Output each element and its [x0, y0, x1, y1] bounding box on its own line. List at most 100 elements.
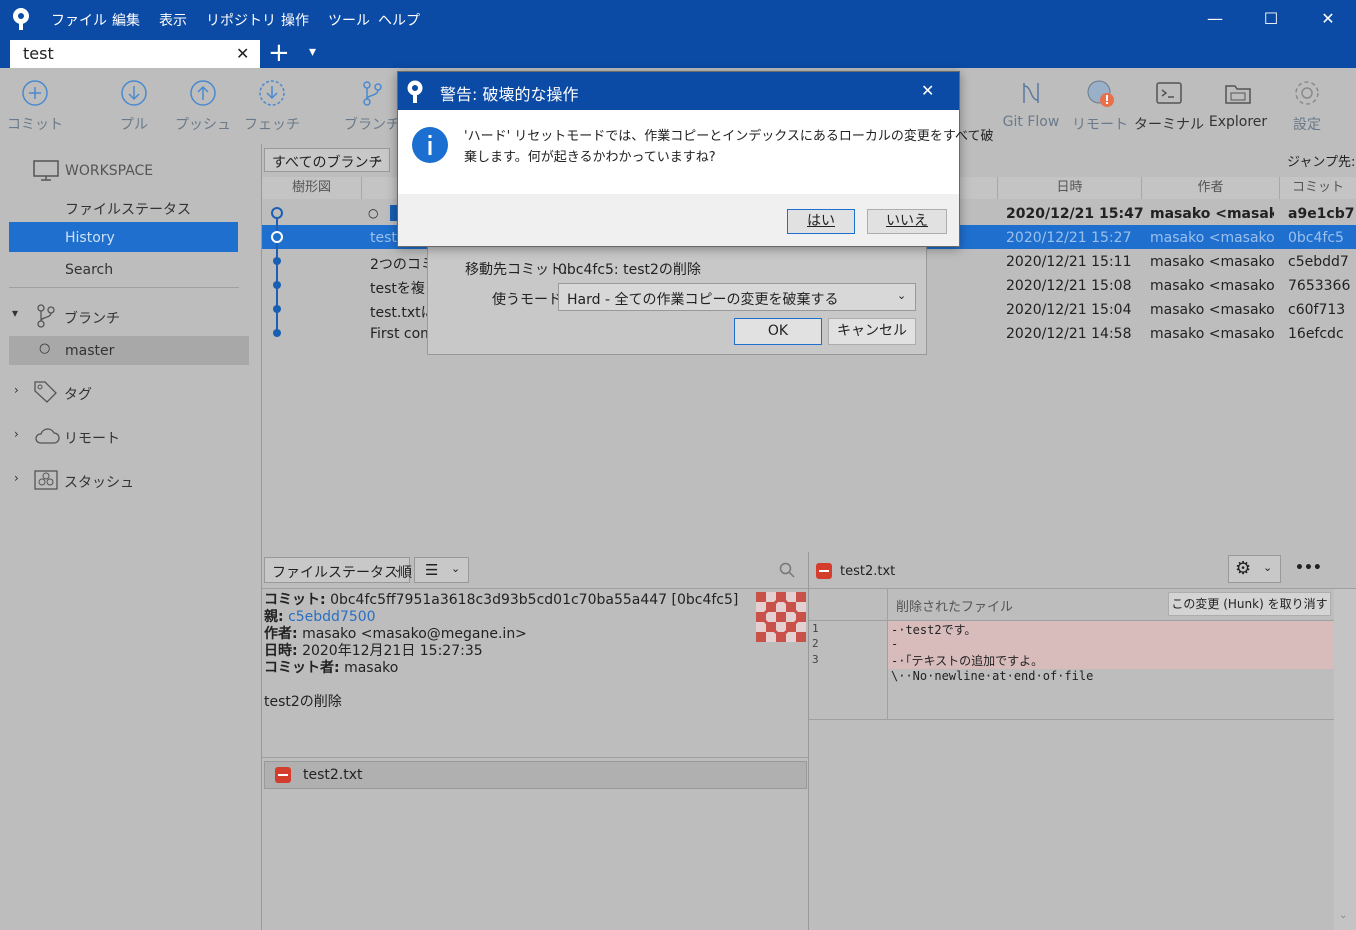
diff-line: \··No·newline·at·end·of·file	[891, 669, 1094, 683]
commit-button[interactable]: コミット	[0, 78, 70, 134]
divider	[9, 287, 239, 288]
search-icon[interactable]	[779, 562, 795, 578]
file-sort-dropdown[interactable]: ファイルステータス順 ⌄	[264, 557, 412, 583]
divider	[262, 757, 808, 758]
branch-filter-dropdown[interactable]: すべてのブランチ ⌄	[264, 148, 390, 172]
warning-message-line1: 'ハード' リセットモードでは、作業コピーとインデックスにあるローカルの変更をす…	[464, 129, 994, 144]
gear-icon: ⚙	[1235, 558, 1252, 579]
removed-file-icon	[275, 767, 291, 783]
no-button[interactable]: いいえ	[867, 209, 947, 234]
repo-tab-title: test	[23, 44, 54, 63]
window-close-button[interactable]: ✕	[1308, 6, 1348, 32]
chevron-down-icon: ⌄	[374, 152, 384, 165]
warning-message-line2: 棄します。何が起きるかわかっていますね?	[464, 150, 716, 165]
chevron-right-icon[interactable]: ›	[14, 471, 19, 485]
remotes-heading[interactable]: リモート	[64, 428, 120, 448]
warning-dialog-titlebar: 警告: 破壊的な操作 ✕	[398, 72, 959, 110]
divider	[809, 719, 1334, 720]
column-commit[interactable]: コミット	[1280, 177, 1356, 199]
file-list-item[interactable]: test2.txt	[264, 761, 807, 789]
workspace-monitor-icon	[33, 160, 59, 181]
column-date[interactable]: 日時	[998, 177, 1142, 199]
cancel-button[interactable]: キャンセル	[828, 318, 916, 345]
commit-message: test2の削除	[264, 694, 342, 710]
terminal-icon	[1156, 82, 1182, 104]
divider	[809, 588, 1356, 589]
discard-hunk-button[interactable]: この変更 (Hunk) を取り消す	[1168, 592, 1331, 616]
removed-file-icon	[816, 563, 832, 579]
chevron-down-icon: ⌄	[897, 289, 907, 302]
menu-actions[interactable]: 操作	[281, 10, 309, 30]
hunk-title: 削除されたファイル	[896, 600, 1014, 615]
divider	[262, 588, 808, 589]
line-number: 3	[812, 653, 819, 666]
diff-line: -·test2です。	[891, 623, 977, 637]
menu-repository[interactable]: リポジトリ	[206, 10, 276, 30]
commit-graph	[271, 207, 283, 337]
title-bar: ファイル 編集 表示 リポジトリ 操作 ツール ヘルプ — ☐ ✕	[0, 0, 1356, 38]
explorer-button[interactable]: Explorer	[1203, 78, 1273, 130]
tab-close-icon[interactable]: ✕	[236, 44, 249, 63]
chevron-down-icon: ⌄	[393, 562, 403, 575]
branch-item-master[interactable]: ○ master	[9, 336, 249, 365]
tags-heading[interactable]: タグ	[64, 384, 92, 404]
git-flow-icon	[1023, 83, 1039, 103]
scroll-down-icon[interactable]: ⌄	[1339, 910, 1347, 921]
mode-label: 使うモード:	[492, 292, 567, 308]
tab-dropdown-icon[interactable]: ▾	[309, 44, 316, 60]
head-marker-icon: ○	[368, 206, 379, 220]
chevron-right-icon[interactable]: ›	[14, 383, 19, 397]
push-button[interactable]: プッシュ	[168, 78, 238, 134]
jump-to-label: ジャンプ先:	[1287, 155, 1356, 170]
commit-info: コミット: 0bc4fc5ff7951a3618c3d93b5cd01c70ba…	[264, 592, 754, 711]
cloud-icon	[35, 428, 60, 444]
column-graph[interactable]: 樹形図	[262, 177, 362, 199]
remote-button[interactable]: リモート	[1065, 78, 1135, 134]
push-icon	[190, 80, 216, 106]
diff-options-button[interactable]: ⚙ ⌄	[1228, 555, 1281, 583]
menu-file[interactable]: ファイル	[51, 10, 107, 30]
line-number: 1	[812, 622, 819, 635]
new-tab-button[interactable]: +	[268, 38, 290, 68]
sidebar-item-file-status[interactable]: ファイルステータス	[65, 199, 191, 219]
fetch-button[interactable]: フェッチ	[237, 78, 307, 134]
diff-scrollbar[interactable]	[1334, 589, 1356, 930]
maximize-button[interactable]: ☐	[1251, 6, 1291, 32]
view-mode-dropdown[interactable]: ☰ ⌄	[414, 557, 469, 583]
reset-dialog: 移動先コミット: 0bc4fc5: test2の削除 使うモード: Hard -…	[427, 240, 927, 355]
commit-icon	[22, 80, 48, 106]
folder-icon	[1225, 85, 1251, 104]
warning-dialog: 警告: 破壊的な操作 ✕ 'ハード' リセットモードでは、作業コピーとインデック…	[397, 71, 993, 247]
diff-line: -	[891, 637, 899, 651]
yes-button[interactable]: はい	[787, 209, 855, 234]
dialog-close-button[interactable]: ✕	[921, 81, 934, 100]
menu-tools[interactable]: ツール	[328, 10, 370, 30]
branches-heading[interactable]: ブランチ	[64, 308, 120, 328]
minimize-button[interactable]: —	[1195, 6, 1235, 32]
stashes-heading[interactable]: スタッシュ	[64, 472, 134, 492]
target-commit-value: 0bc4fc5: test2の削除	[558, 262, 701, 278]
list-icon: ☰	[425, 561, 439, 579]
pull-button[interactable]: プル	[99, 78, 169, 134]
chevron-right-icon[interactable]: ›	[14, 427, 19, 441]
menu-view[interactable]: 表示	[159, 10, 187, 30]
sourcetree-logo-icon	[13, 8, 29, 30]
reset-mode-select[interactable]: Hard - 全ての作業コピーの変更を破棄する ⌄	[558, 283, 916, 311]
more-options-icon[interactable]: •••	[1295, 560, 1322, 576]
menu-help[interactable]: ヘルプ	[378, 10, 420, 30]
fetch-icon	[259, 80, 285, 106]
sidebar-item-search[interactable]: Search	[65, 262, 113, 278]
diff-line: -·「テキストの追加ですよ。	[891, 654, 1044, 668]
terminal-button[interactable]: ターミナル	[1134, 78, 1204, 134]
parent-link[interactable]: c5ebdd7500	[288, 609, 376, 625]
settings-button[interactable]: 設定	[1272, 78, 1342, 134]
avatar	[756, 592, 806, 642]
chevron-down-icon: ⌄	[451, 562, 461, 575]
chevron-down-icon[interactable]: ▾	[12, 306, 18, 320]
column-author[interactable]: 作者	[1142, 177, 1280, 199]
sidebar-item-history[interactable]: History	[9, 222, 238, 252]
menu-edit[interactable]: 編集	[112, 10, 140, 30]
ok-button[interactable]: OK	[734, 318, 822, 345]
git-flow-button[interactable]: Git Flow	[996, 78, 1066, 130]
repo-tab[interactable]: test ✕	[10, 40, 260, 68]
